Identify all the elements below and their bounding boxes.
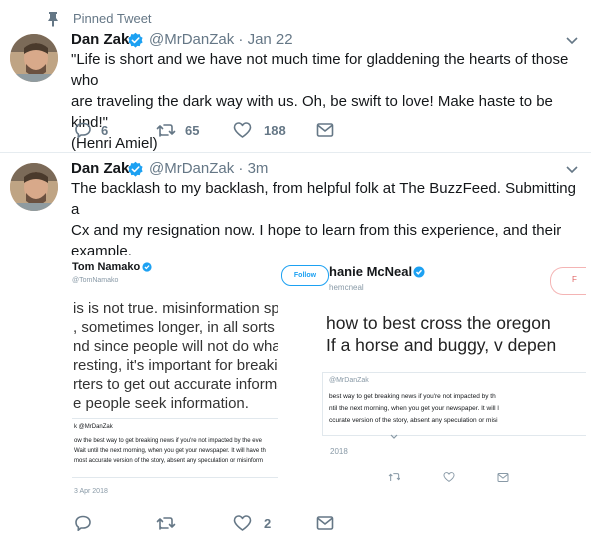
screenshot-text-line: If a horse and buggy, v depen [326,335,557,355]
reply-button[interactable]: 6 [74,121,108,139]
screenshot-quote-line: ow the best way to get breaking news if … [74,438,262,444]
like-button[interactable]: 188 [233,121,286,139]
tweet-handle-time[interactable]: @MrDanZak · 3m [149,160,268,177]
screenshot-date: 2018 [330,447,348,456]
like-button[interactable]: 2 [233,514,271,532]
reply-count: 6 [101,122,109,138]
screenshot-quote-line: most accurate version of the story, abse… [74,458,263,464]
avatar[interactable] [10,163,58,211]
verified-badge-icon [128,161,143,177]
screenshot-author-name: Tom Namako [72,261,141,273]
heart-icon [233,122,252,138]
screenshot-quote-handle: k @MrDanZak [74,424,113,430]
like-count: 188 [264,122,286,138]
screenshot-author-name: hanie McNeal [329,264,413,279]
chevron-down-icon[interactable] [565,36,579,46]
tweet-divider [0,152,591,153]
heart-icon [233,515,252,531]
screenshot-partial-button-label: F [572,275,577,284]
tweet-author-name[interactable]: Dan Zak [71,31,129,48]
chevron-down-icon[interactable] [565,165,579,175]
avatar-photo [10,34,58,82]
heart-icon [443,472,455,483]
tweet-handle-time[interactable]: @MrDanZak · Jan 22 [149,31,293,48]
envelope-icon [316,123,334,137]
verified-badge-icon [142,262,152,272]
verified-badge-icon [128,32,143,48]
screenshot-quote-line: Wait until the next morning, when you ge… [74,448,266,454]
pin-icon [48,12,58,27]
tweet-author-name[interactable]: Dan Zak [71,160,129,177]
reply-icon [75,515,91,531]
attached-screenshot-image[interactable]: Tom Namako @TomNamako is is not true. mi… [72,255,586,509]
reply-icon [75,122,91,138]
tweet-text: The backlash to my backlash, from helpfu… [71,178,586,262]
pinned-label: Pinned Tweet [73,11,152,26]
screenshot-date: 3 Apr 2018 [74,488,108,495]
chevron-down-icon [390,434,398,439]
retweet-icon [156,517,176,530]
screenshot-quote-handle: @MrDanZak [329,377,369,384]
tweet-text-line: The backlash to my backlash, from helpfu… [71,180,576,218]
avatar-photo [10,163,58,211]
tweet-text: "Life is short and we have not much time… [71,49,586,154]
retweet-button[interactable] [156,514,176,532]
screenshot-handle: @TomNamako [72,277,119,284]
screenshot-text-line: how to best cross the oregon [326,313,551,333]
screenshot-overlay-tweet: Follow hanie McNeal hemcneal F how to be… [278,255,586,495]
retweet-icon [388,473,400,481]
screenshot-handle: hemcneal [329,283,364,292]
retweet-count: 65 [185,122,200,138]
retweet-icon [156,124,176,137]
tweet-text-line: "Life is short and we have not much time… [71,51,569,89]
envelope-icon [497,473,509,482]
tweet-text-line: Cx and my resignation now. I hope to lea… [71,222,562,239]
avatar[interactable] [10,34,58,82]
like-count: 2 [264,515,272,531]
screenshot-quote-card: @MrDanZak best way to get breaking news … [322,372,586,436]
screenshot-quote-line: ntil the next morning, when you get your… [329,405,499,412]
screenshot-quote-text: best way to get breaking news if you're … [329,391,499,427]
screenshot-quote-line: best way to get breaking news if you're … [329,393,496,400]
screenshot-partial-button: F [550,267,586,295]
direct-message-button[interactable] [316,122,334,138]
direct-message-button[interactable] [316,515,334,531]
retweet-button[interactable]: 65 [156,121,199,139]
screenshot-quote-text: ow the best way to get breaking news if … [74,436,266,466]
screenshot-text: how to best cross the oregon If a horse … [326,312,556,356]
envelope-icon [316,516,334,530]
screenshot-follow-button: Follow [281,265,329,286]
screenshot-quote-line: ccurate version of the story, absent any… [329,417,498,424]
reply-button[interactable] [74,514,92,532]
verified-badge-icon [413,266,425,278]
